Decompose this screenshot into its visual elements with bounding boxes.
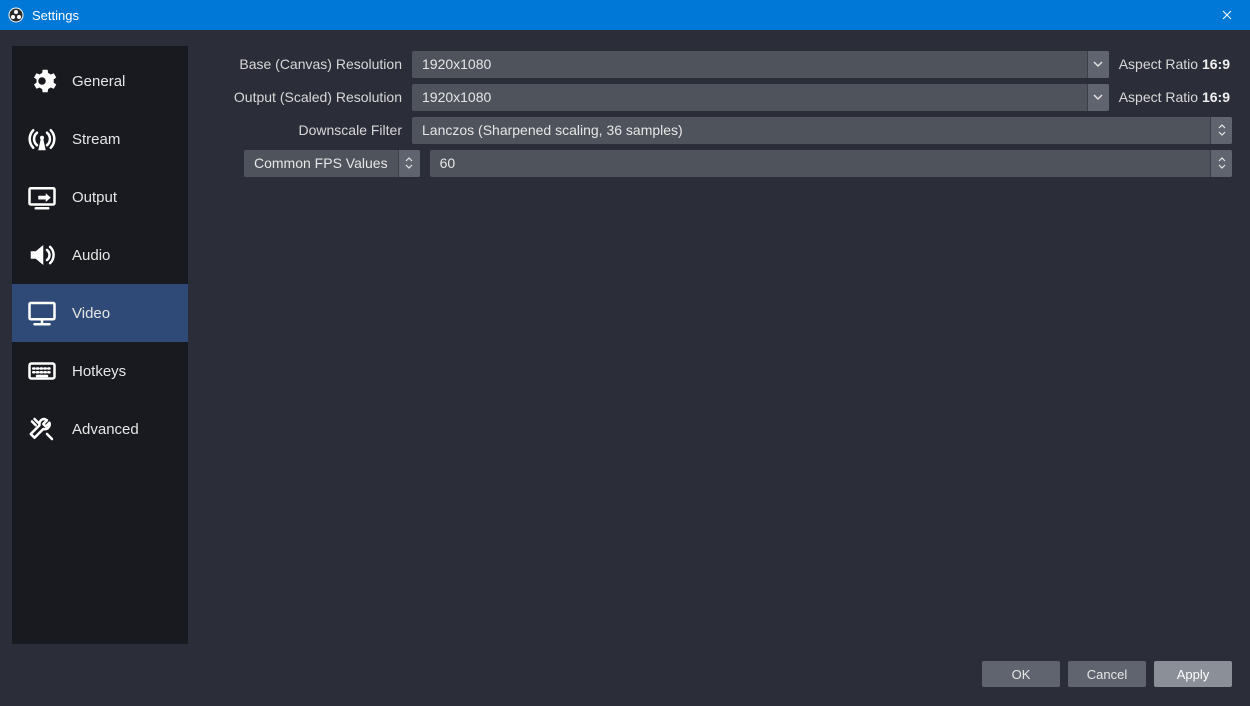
sidebar-item-label: Hotkeys xyxy=(72,363,126,380)
sidebar-item-advanced[interactable]: Advanced xyxy=(12,400,188,458)
close-button[interactable] xyxy=(1204,0,1250,30)
client-area: General Stream xyxy=(0,30,1250,706)
sidebar-item-label: Output xyxy=(72,189,117,206)
sidebar-item-label: Stream xyxy=(72,131,120,148)
sidebar-item-video[interactable]: Video xyxy=(12,284,188,342)
spinner-icon[interactable] xyxy=(1210,150,1232,177)
dialog-buttons: OK Cancel Apply xyxy=(4,656,1246,702)
output-resolution-label: Output (Scaled) Resolution xyxy=(202,89,402,105)
sidebar-item-label: Video xyxy=(72,305,110,322)
window-title: Settings xyxy=(32,8,79,23)
output-resolution-combo[interactable]: 1920x1080 xyxy=(412,84,1109,111)
spinner-icon[interactable] xyxy=(398,150,420,177)
sidebar: General Stream xyxy=(12,46,188,644)
fps-mode-label: Common FPS Values xyxy=(244,155,398,171)
downscale-filter-select[interactable]: Lanczos (Sharpened scaling, 36 samples) xyxy=(412,117,1232,144)
sidebar-item-output[interactable]: Output xyxy=(12,168,188,226)
sidebar-item-stream[interactable]: Stream xyxy=(12,110,188,168)
sidebar-item-audio[interactable]: Audio xyxy=(12,226,188,284)
downscale-filter-row: Downscale Filter Lanczos (Sharpened scal… xyxy=(202,116,1232,144)
chevron-down-icon[interactable] xyxy=(1087,51,1109,78)
base-resolution-label: Base (Canvas) Resolution xyxy=(202,56,402,72)
sidebar-item-general[interactable]: General xyxy=(12,52,188,110)
gear-icon xyxy=(26,65,58,97)
cancel-button[interactable]: Cancel xyxy=(1068,661,1146,687)
video-settings-panel: Base (Canvas) Resolution 1920x1080 Aspec… xyxy=(188,34,1246,656)
output-resolution-row: Output (Scaled) Resolution 1920x1080 Asp… xyxy=(202,83,1232,111)
sidebar-item-label: General xyxy=(72,73,125,90)
output-aspect-ratio: Aspect Ratio 16:9 xyxy=(1119,89,1232,105)
chevron-down-icon[interactable] xyxy=(1087,84,1109,111)
keyboard-icon xyxy=(26,355,58,387)
downscale-filter-value: Lanczos (Sharpened scaling, 36 samples) xyxy=(412,122,1210,138)
base-resolution-combo[interactable]: 1920x1080 xyxy=(412,51,1109,78)
sidebar-item-label: Advanced xyxy=(72,421,139,438)
base-resolution-value: 1920x1080 xyxy=(412,56,1087,72)
settings-window: Settings General xyxy=(0,0,1250,706)
monitor-icon xyxy=(26,297,58,329)
fps-value-select[interactable]: 60 xyxy=(430,150,1232,177)
output-resolution-value: 1920x1080 xyxy=(412,89,1087,105)
tools-icon xyxy=(26,413,58,445)
output-icon xyxy=(26,181,58,213)
downscale-filter-label: Downscale Filter xyxy=(202,122,402,138)
antenna-icon xyxy=(26,123,58,155)
spinner-icon[interactable] xyxy=(1210,117,1232,144)
speaker-icon xyxy=(26,239,58,271)
titlebar: Settings xyxy=(0,0,1250,30)
fps-mode-select[interactable]: Common FPS Values xyxy=(244,150,420,177)
app-icon xyxy=(8,7,24,23)
fps-value: 60 xyxy=(430,155,1210,171)
sidebar-item-hotkeys[interactable]: Hotkeys xyxy=(12,342,188,400)
apply-button[interactable]: Apply xyxy=(1154,661,1232,687)
base-aspect-ratio: Aspect Ratio 16:9 xyxy=(1119,56,1232,72)
fps-row: Common FPS Values 60 xyxy=(202,149,1232,177)
sidebar-item-label: Audio xyxy=(72,247,110,264)
ok-button[interactable]: OK xyxy=(982,661,1060,687)
base-resolution-row: Base (Canvas) Resolution 1920x1080 Aspec… xyxy=(202,50,1232,78)
